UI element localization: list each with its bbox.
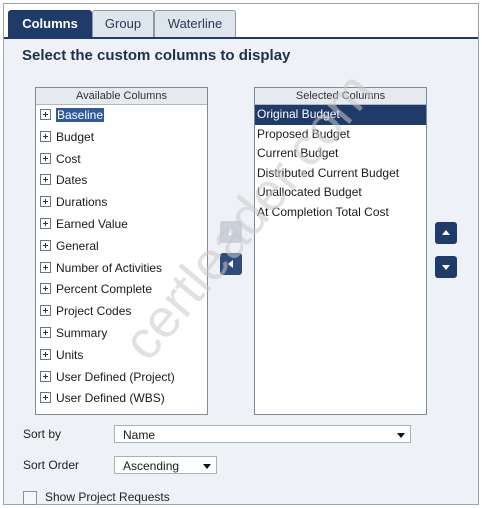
tree-item-label: Cost (56, 151, 81, 166)
sort-order-label: Sort Order (23, 458, 80, 472)
tree-item[interactable]: Summary (36, 323, 207, 345)
selected-column-item[interactable]: Current Budget (255, 144, 426, 164)
tab-group[interactable]: Group (92, 10, 154, 37)
remove-column-button[interactable] (220, 253, 242, 275)
available-columns-list[interactable]: Available Columns Baseline Budget Cost D… (35, 87, 208, 415)
expand-icon[interactable] (40, 370, 51, 382)
expand-icon[interactable] (40, 348, 51, 360)
tree-item-label: Baseline (56, 108, 105, 122)
tab-bar: Columns Group Waterline (4, 4, 478, 39)
tree-item[interactable]: Baseline (36, 105, 207, 127)
tree-item[interactable]: Cost (36, 149, 207, 171)
tree-item[interactable]: User Defined (Project) (36, 367, 207, 389)
available-columns-header: Available Columns (36, 88, 207, 105)
tree-item-label: Number of Activities (56, 260, 163, 275)
columns-panel: Select the custom columns to display Ava… (4, 39, 478, 505)
tree-item[interactable]: Units (36, 345, 207, 367)
expand-icon[interactable] (40, 130, 51, 142)
tree-item[interactable]: Durations (36, 192, 207, 214)
chevron-down-icon (203, 464, 211, 469)
show-project-requests-label: Show Project Requests (45, 490, 170, 504)
tree-item-label: Budget (56, 129, 95, 144)
sort-by-select[interactable]: Name (114, 425, 411, 443)
expand-icon[interactable] (40, 261, 51, 273)
tree-item-label: Project Codes (56, 304, 132, 319)
tree-item-label: User Defined (WBS) (56, 391, 165, 406)
selected-columns-header: Selected Columns (255, 88, 426, 105)
tree-item[interactable]: Budget (36, 127, 207, 149)
tree-item-label: Percent Complete (56, 282, 153, 297)
tree-item-label: Durations (56, 195, 108, 210)
tree-item-label: Earned Value (56, 216, 128, 231)
selected-column-item[interactable]: At Completion Total Cost (255, 203, 426, 223)
panel-heading: Select the custom columns to display (22, 47, 291, 64)
tree-item[interactable]: Percent Complete (36, 279, 207, 301)
selected-column-item[interactable]: Original Budget (255, 105, 426, 125)
arrow-right-icon (229, 228, 234, 236)
arrow-up-icon (442, 230, 450, 235)
arrow-down-icon (442, 265, 450, 270)
selected-column-item[interactable]: Distributed Current Budget (255, 164, 426, 184)
sort-by-value: Name (123, 428, 156, 442)
tab-waterline[interactable]: Waterline (154, 10, 236, 37)
expand-icon[interactable] (40, 217, 51, 229)
tab-columns[interactable]: Columns (8, 10, 92, 37)
tree-item-label: Dates (56, 173, 88, 188)
selected-column-item[interactable]: Proposed Budget (255, 125, 426, 145)
move-up-button[interactable] (435, 222, 457, 244)
tree-item[interactable]: Project Codes (36, 301, 207, 323)
expand-icon[interactable] (40, 283, 51, 295)
expand-icon[interactable] (40, 196, 51, 208)
selected-column-item[interactable]: Unallocated Budget (255, 183, 426, 203)
add-column-button[interactable] (220, 221, 242, 243)
chevron-down-icon (397, 433, 405, 438)
tree-item[interactable]: Dates (36, 170, 207, 192)
tree-item-label: General (56, 238, 99, 253)
expand-icon[interactable] (40, 392, 51, 404)
expand-icon[interactable] (40, 239, 51, 251)
expand-icon[interactable] (40, 109, 51, 120)
tree-item-label: User Defined (Project) (56, 369, 175, 384)
move-down-button[interactable] (435, 256, 457, 278)
columns-dialog: Columns Group Waterline Select the custo… (3, 3, 479, 505)
arrow-left-icon (228, 260, 233, 268)
tree-item-label: Summary (56, 325, 108, 340)
sort-order-select[interactable]: Ascending (114, 456, 217, 474)
sort-by-label: Sort by (23, 427, 62, 441)
tree-item[interactable]: Earned Value (36, 214, 207, 236)
selected-columns-list[interactable]: Selected Columns Original Budget Propose… (254, 87, 427, 415)
show-project-requests-checkbox[interactable] (23, 491, 37, 505)
sort-order-value: Ascending (123, 459, 180, 473)
expand-icon[interactable] (40, 174, 51, 186)
tree-item[interactable]: User Defined (WBS) (36, 388, 207, 410)
tree-item-label: Units (56, 347, 84, 362)
expand-icon[interactable] (40, 152, 51, 164)
expand-icon[interactable] (40, 305, 51, 317)
tree-item[interactable]: Number of Activities (36, 258, 207, 280)
tree-item[interactable]: General (36, 236, 207, 258)
expand-icon[interactable] (40, 326, 51, 338)
